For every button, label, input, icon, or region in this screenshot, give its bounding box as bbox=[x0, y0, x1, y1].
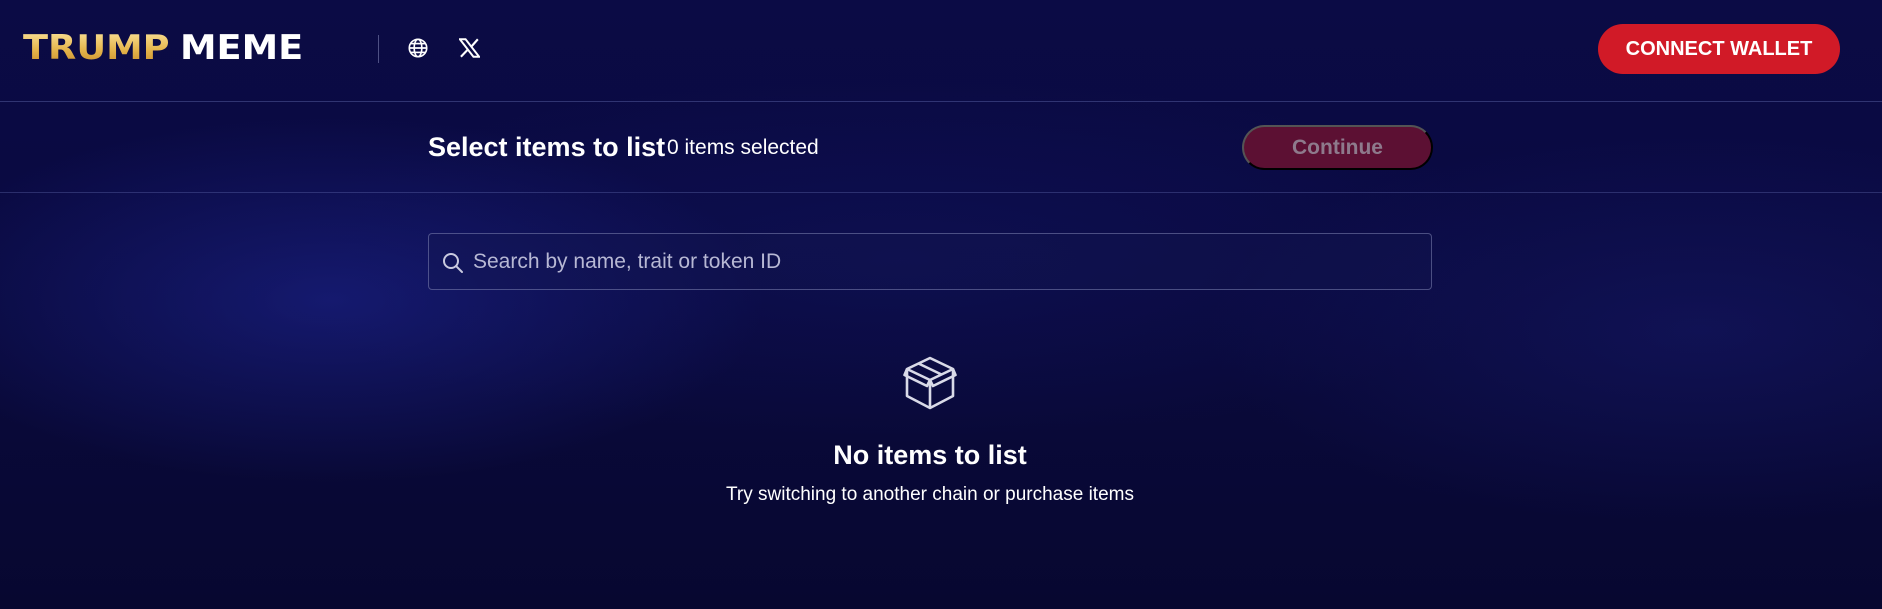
continue-button[interactable]: Continue bbox=[1242, 125, 1433, 170]
empty-state-subtitle: Try switching to another chain or purcha… bbox=[726, 484, 1134, 505]
listing-toolbar: Select items to list 0 items selected Co… bbox=[0, 102, 1882, 193]
globe-icon bbox=[408, 38, 428, 58]
connect-wallet-button[interactable]: CONNECT WALLET bbox=[1598, 24, 1840, 74]
logo[interactable]: TRUMP MEME bbox=[23, 28, 303, 68]
box-icon bbox=[903, 356, 957, 410]
search-box bbox=[428, 233, 1432, 290]
x-social-link[interactable] bbox=[453, 32, 485, 64]
empty-state-title: No items to list bbox=[833, 440, 1027, 470]
selected-count: 0 items selected bbox=[667, 136, 819, 159]
empty-state: No items to list Try switching to anothe… bbox=[428, 355, 1432, 507]
header-divider bbox=[378, 35, 379, 63]
page-title: Select items to list bbox=[428, 132, 666, 162]
language-button[interactable] bbox=[402, 32, 434, 64]
logo-text-trump: TRUMP bbox=[23, 28, 170, 68]
search-icon bbox=[443, 253, 463, 273]
x-logo-icon bbox=[458, 38, 480, 58]
search-input[interactable] bbox=[473, 234, 1413, 289]
top-header: TRUMP MEME CONNECT WALLET bbox=[0, 0, 1882, 102]
logo-text-meme: MEME bbox=[179, 28, 303, 68]
